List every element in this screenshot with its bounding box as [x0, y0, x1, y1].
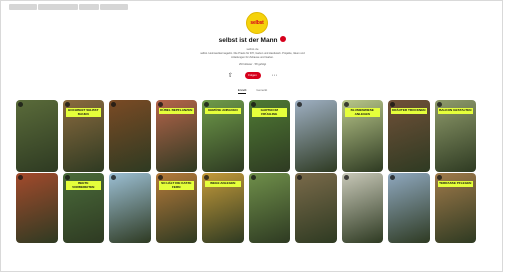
pin-card[interactable]: TERRASSE PFLEGEN	[434, 173, 476, 243]
pin-video-badge-icon	[343, 175, 349, 180]
pin-card[interactable]	[341, 173, 383, 243]
pin-video-badge-icon	[297, 175, 302, 180]
pin-card[interactable]	[16, 100, 58, 172]
pin-caption: BLUMENWIESE ANLEGEN	[344, 108, 380, 118]
pin-card[interactable]: BALKON GESTALTEN	[434, 100, 476, 172]
pin-card[interactable]: SO HÄLT DIE KATZE FERN	[155, 173, 197, 243]
pin-row: HOCHBEET SELBST BAUEN KÜBEL BEPFLANZEN GEM…	[16, 100, 492, 172]
pin-video-badge-icon	[111, 102, 116, 107]
more-icon[interactable]: ⋯	[271, 71, 279, 79]
pin-video-badge-icon	[157, 102, 163, 107]
pin-caption: HOCHBEET SELBST BAUEN	[65, 108, 101, 118]
pin-caption: KÜBEL BEPFLANZEN	[158, 108, 194, 114]
pin-card[interactable]	[109, 173, 151, 243]
pin-video-badge-icon	[436, 102, 442, 107]
pin-video-badge-icon	[250, 102, 256, 107]
pin-card[interactable]: WEGE ANLEGEN	[202, 173, 244, 243]
pin-video-badge-icon	[390, 175, 395, 180]
tab-saved[interactable]: Gemerkt	[256, 88, 267, 94]
profile-name: selbst ist der Mann	[0, 36, 505, 44]
pin-caption: SO HÄLT DIE KATZE FERN	[158, 181, 194, 191]
pin-card[interactable]	[295, 173, 337, 243]
pin-video-badge-icon	[297, 102, 302, 107]
pin-card[interactable]	[388, 173, 430, 243]
profile-tabs: Erstellt Gemerkt	[0, 88, 505, 94]
share-icon[interactable]: ⇧	[227, 71, 235, 79]
toolbar-placeholder	[38, 4, 78, 10]
pin-card[interactable]: HOCHBEET SELBST BAUEN	[62, 100, 104, 172]
toolbar-placeholder	[100, 4, 128, 10]
pin-video-badge-icon	[18, 175, 23, 180]
pin-row: BEETE VORBEREITEN SO HÄLT DIE KATZE FERN W…	[16, 173, 492, 243]
tab-created[interactable]: Erstellt	[237, 88, 247, 94]
pin-card[interactable]: BEETE VORBEREITEN	[62, 173, 104, 243]
pin-caption: GARTEN IM FRÜHLING	[251, 108, 287, 118]
pin-caption: WEGE ANLEGEN	[205, 181, 241, 187]
pin-video-badge-icon	[111, 175, 116, 180]
pin-card[interactable]: KÜBEL BEPFLANZEN	[155, 100, 197, 172]
pin-card[interactable]: GARTEN IM FRÜHLING	[248, 100, 290, 172]
profile-bio: selbst. Heimwerkermagazin. Die Praxis fü…	[200, 52, 305, 59]
pin-caption: KRÄUTER TROCKNEN	[391, 108, 427, 114]
pin-video-badge-icon	[343, 102, 349, 107]
profile-avatar-logo: selbst	[246, 12, 268, 34]
pin-card[interactable]	[16, 173, 58, 243]
pin-video-badge-icon	[204, 102, 209, 107]
pin-card[interactable]: BLUMENWIESE ANLEGEN	[341, 100, 383, 172]
pin-card[interactable]: KRÄUTER TROCKNEN	[388, 100, 430, 172]
pin-card[interactable]	[248, 173, 290, 243]
follow-button[interactable]: Folgen	[244, 71, 261, 79]
toolbar-placeholder	[79, 4, 99, 10]
pin-video-badge-icon	[390, 102, 395, 107]
pin-video-badge-icon	[436, 175, 442, 180]
profile-actions: ⇧ Folgen ⋯	[0, 71, 505, 79]
pin-video-badge-icon	[157, 175, 163, 180]
profile-handle[interactable]: selbst.de	[0, 47, 505, 51]
browser-toolbar	[9, 4, 128, 12]
pin-caption: GEMÜSE ANBAUEN	[205, 108, 241, 114]
pin-video-badge-icon	[204, 175, 209, 180]
pin-video-badge-icon	[18, 102, 23, 107]
pin-video-badge-icon	[64, 175, 70, 180]
logo-text: selbst	[250, 20, 264, 26]
profile-stats[interactable]: 29 Follower · 58 gefolgt	[0, 63, 505, 66]
pin-card[interactable]	[295, 100, 337, 172]
verified-badge-icon	[280, 36, 287, 43]
pin-card[interactable]: GEMÜSE ANBAUEN	[202, 100, 244, 172]
profile-name-text: selbst ist der Mann	[218, 37, 278, 44]
pin-caption: BEETE VORBEREITEN	[65, 181, 101, 191]
toolbar-placeholder	[9, 4, 37, 10]
pin-caption: TERRASSE PFLEGEN	[437, 181, 473, 187]
pin-video-badge-icon	[250, 175, 256, 180]
pin-card[interactable]	[109, 100, 151, 172]
pin-video-badge-icon	[64, 102, 70, 107]
pin-caption: BALKON GESTALTEN	[437, 108, 473, 114]
